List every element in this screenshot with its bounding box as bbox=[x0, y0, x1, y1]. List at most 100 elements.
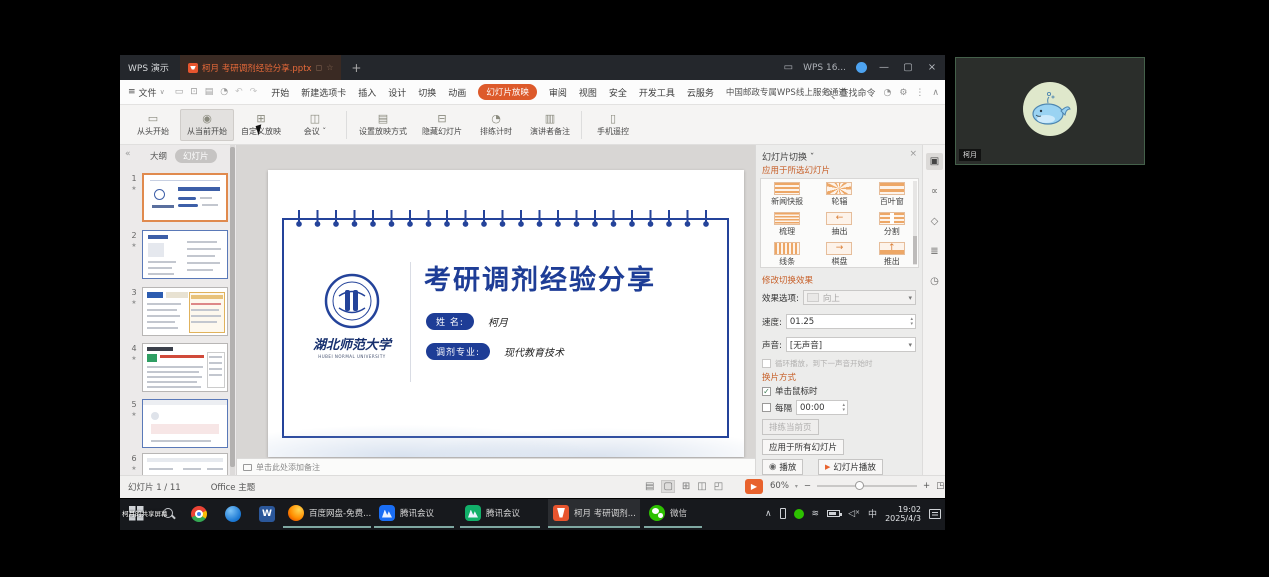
restore-button[interactable]: ▢ bbox=[901, 62, 915, 73]
meeting-video-thumbnail[interactable]: 柯月 bbox=[955, 57, 1145, 165]
tray-expand-icon[interactable]: ∧ bbox=[765, 509, 772, 519]
close-button[interactable]: × bbox=[925, 62, 939, 73]
taskbar-browser-app[interactable] bbox=[220, 499, 246, 528]
network-icon[interactable]: ≋ bbox=[812, 509, 820, 519]
tab-design[interactable]: 设计 bbox=[388, 86, 406, 99]
kebab-icon[interactable]: ⋮ bbox=[915, 88, 924, 98]
effect-spoke[interactable]: 轮辐 bbox=[813, 181, 865, 211]
taskbar-tencent-meeting-1[interactable]: 腾讯会议 bbox=[374, 499, 454, 528]
battery-icon[interactable] bbox=[827, 510, 840, 517]
meeting-button[interactable]: ◫ 会议 ˇ bbox=[288, 110, 342, 140]
tab-home[interactable]: 开始 bbox=[271, 86, 289, 99]
setup-show-button[interactable]: ▤ 设置放映方式 bbox=[351, 110, 415, 140]
zoom-slider[interactable] bbox=[817, 485, 917, 487]
chevron-down-icon[interactable]: ▾ bbox=[795, 483, 798, 490]
wechat-tray-icon[interactable] bbox=[794, 509, 804, 519]
notification-center-icon[interactable] bbox=[929, 509, 941, 519]
speaker-notes-button[interactable]: ▥ 演讲者备注 bbox=[523, 110, 577, 140]
theme-icon[interactable]: ◔ bbox=[883, 88, 891, 98]
slideshow-play-button[interactable]: ▶ 幻灯片播放 bbox=[818, 459, 883, 475]
transition-pane-icon[interactable]: ▣ bbox=[926, 153, 943, 170]
taskbar-chrome[interactable] bbox=[186, 499, 212, 528]
spinner-arrows-icon[interactable]: ▴▾ bbox=[910, 315, 913, 328]
slide-thumbnail-1[interactable] bbox=[142, 173, 228, 222]
notes-bar[interactable]: 单击此处添加备注 bbox=[237, 458, 755, 475]
zoom-slider-thumb[interactable] bbox=[855, 481, 864, 490]
tab-slides[interactable]: 幻灯片 bbox=[175, 149, 217, 163]
print-icon[interactable]: ⊡ bbox=[190, 87, 198, 97]
collapse-ribbon-icon[interactable]: ∧ bbox=[932, 88, 939, 98]
animation-pane-icon[interactable]: ◇ bbox=[926, 213, 943, 230]
account-label[interactable]: WPS 16... bbox=[803, 63, 846, 73]
slide-thumbnail-6[interactable] bbox=[142, 453, 228, 475]
zoom-in-button[interactable]: + bbox=[923, 481, 930, 491]
save-icon[interactable]: ▭ bbox=[175, 87, 184, 97]
slide-canvas[interactable]: 湖北师范大学 HUBEI NORMAL UNIVERSITY 考研调剂经验分享 … bbox=[268, 170, 744, 457]
university-logo[interactable]: 湖北师范大学 HUBEI NORMAL UNIVERSITY bbox=[296, 272, 408, 359]
zoom-out-button[interactable]: − bbox=[804, 481, 811, 491]
tab-cloud[interactable]: 云服务 bbox=[687, 86, 714, 99]
taskbar-wps-presentation[interactable]: 柯月 考研调剂... bbox=[548, 499, 640, 528]
hide-slide-button[interactable]: ⊟ 隐藏幻灯片 bbox=[415, 110, 469, 140]
phone-icon[interactable] bbox=[780, 508, 786, 519]
effect-lines[interactable]: 线条 bbox=[761, 241, 813, 271]
play-button[interactable]: ◉ 播放 bbox=[762, 459, 803, 475]
avatar[interactable] bbox=[856, 62, 867, 73]
tab-outline[interactable]: 大纲 bbox=[150, 150, 167, 162]
effect-option-dropdown[interactable]: 向上 ▾ bbox=[803, 290, 916, 305]
tab-insert[interactable]: 插入 bbox=[358, 86, 376, 99]
taskbar-wechat[interactable]: 微信 bbox=[644, 499, 702, 528]
minimize-button[interactable]: — bbox=[877, 62, 891, 73]
apply-to-all-button[interactable]: 应用于所有幻灯片 bbox=[762, 439, 844, 455]
clock[interactable]: 19:02 2025/4/3 bbox=[885, 505, 921, 523]
notes-view-icon[interactable]: ▤ bbox=[645, 481, 654, 492]
search-icon[interactable] bbox=[824, 89, 831, 96]
undo-icon[interactable]: ↶ bbox=[235, 87, 243, 97]
from-current-button[interactable]: ◉ 从当前开始 bbox=[180, 109, 234, 141]
document-tab[interactable]: 柯月 考研调剂经验分享.pptx ◻ ☆ bbox=[180, 55, 341, 80]
tab-slideshow[interactable]: 幻灯片放映 bbox=[478, 84, 537, 100]
interval-spinner[interactable]: 00:00 ▴▾ bbox=[796, 400, 848, 415]
slide-panel-scrollbar[interactable] bbox=[230, 145, 235, 475]
sound-dropdown[interactable]: [无声音] ▾ bbox=[786, 337, 916, 352]
name-field[interactable]: 姓 名: 柯月 bbox=[426, 313, 508, 330]
rehearse-current-button[interactable]: 排练当前页 bbox=[762, 419, 819, 435]
tab-security[interactable]: 安全 bbox=[609, 86, 627, 99]
two-page-view-icon[interactable]: ◫ bbox=[697, 481, 706, 492]
normal-view-icon[interactable]: ▢ bbox=[661, 480, 674, 493]
major-field[interactable]: 调剂专业: 现代教育技术 bbox=[426, 343, 564, 360]
slide-thumbnail-3[interactable] bbox=[142, 287, 228, 336]
slideshow-play-button[interactable]: ▶ bbox=[745, 479, 763, 494]
effect-push[interactable]: ↑推出 bbox=[866, 241, 918, 271]
sync-icon[interactable]: ◔ bbox=[220, 87, 228, 97]
tab-animation[interactable]: 动画 bbox=[448, 86, 466, 99]
tab-transition[interactable]: 切换 bbox=[418, 86, 436, 99]
effect-split[interactable]: 分割 bbox=[866, 211, 918, 241]
phone-remote-button[interactable]: ▯ 手机遥控 bbox=[586, 110, 640, 140]
slide-thumbnail-5[interactable] bbox=[142, 399, 228, 448]
monitor-icon[interactable]: ▭ bbox=[784, 62, 793, 73]
properties-icon[interactable]: ≣ bbox=[926, 243, 943, 260]
find-command[interactable]: 查找命令 bbox=[839, 86, 875, 99]
reading-view-icon[interactable]: ◰ bbox=[714, 481, 723, 492]
interval-checkbox[interactable]: 每隔 00:00 ▴▾ bbox=[762, 400, 848, 415]
gallery-scrollbar[interactable] bbox=[913, 181, 917, 265]
tab-new[interactable]: 新建选项卡 bbox=[301, 86, 346, 99]
input-method-indicator[interactable]: 中 bbox=[868, 507, 877, 520]
slide-thumbnail-2[interactable] bbox=[142, 230, 228, 279]
slide-title[interactable]: 考研调剂经验分享 bbox=[424, 258, 656, 297]
on-click-checkbox[interactable]: ✓ 单击鼠标时 bbox=[762, 385, 818, 397]
tab-devtools[interactable]: 开发工具 bbox=[639, 86, 675, 99]
close-icon[interactable]: × bbox=[909, 149, 917, 159]
zoom-level[interactable]: 60% bbox=[770, 481, 789, 491]
effect-blinds[interactable]: 百叶窗 bbox=[866, 181, 918, 211]
star-icon[interactable]: ☆ bbox=[326, 63, 333, 72]
effect-checker[interactable]: →棋盘 bbox=[813, 241, 865, 271]
collapse-panel-icon[interactable]: « bbox=[125, 149, 131, 159]
transition-panel-title[interactable]: 幻灯片切换 ˇ bbox=[762, 150, 814, 163]
speed-spinner[interactable]: 01.25 ▴▾ bbox=[786, 314, 916, 329]
from-beginning-button[interactable]: ▭ 从头开始 bbox=[126, 110, 180, 140]
taskbar-tencent-meeting-2[interactable]: 腾讯会议 bbox=[460, 499, 540, 528]
effect-pull[interactable]: ←分割抽出 bbox=[813, 211, 865, 241]
file-menu[interactable]: ≡ 文件 ∨ bbox=[128, 86, 165, 99]
